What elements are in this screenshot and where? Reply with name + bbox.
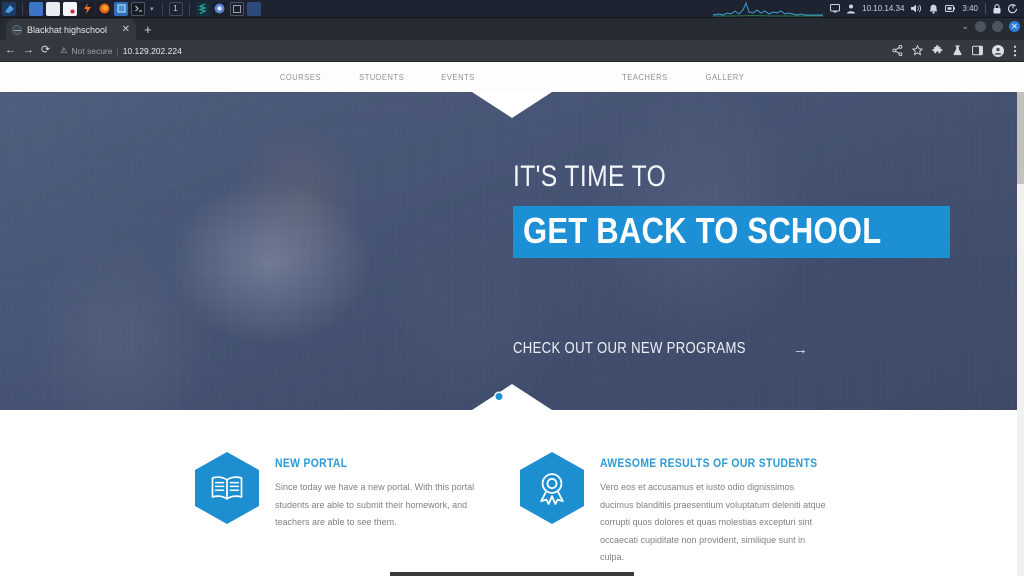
window-close-button[interactable]: ✕ bbox=[1009, 21, 1020, 32]
hero-kicker: IT'S TIME TO bbox=[513, 160, 667, 193]
battery-icon[interactable] bbox=[945, 4, 956, 13]
lab-beaker-icon[interactable] bbox=[952, 45, 963, 56]
browser-tab[interactable]: Blackhat highschool ✕ bbox=[6, 19, 136, 40]
taskbar-app-list: ▾ 1 bbox=[0, 1, 261, 16]
features-section: NEW PORTAL Since today we have a new por… bbox=[0, 410, 1024, 567]
vpn-icon[interactable] bbox=[847, 4, 856, 14]
url-text: 10.129.202.224 bbox=[122, 45, 182, 56]
taskbar-divider bbox=[22, 2, 23, 15]
taskbar-divider-3 bbox=[188, 2, 190, 15]
clock-label: 3:40 bbox=[962, 4, 978, 13]
page-scrollbar-thumb[interactable] bbox=[1017, 92, 1024, 184]
not-secure-label: Not secure bbox=[71, 45, 113, 56]
hero-cta-label: CHECK OUT OUR NEW PROGRAMS bbox=[513, 340, 746, 357]
nav-item-events[interactable]: EVENTS bbox=[427, 72, 489, 82]
chromium-icon[interactable] bbox=[212, 1, 227, 16]
arrow-right-icon: → bbox=[792, 340, 808, 358]
page-footer-edge bbox=[390, 572, 634, 576]
tab-title: Blackhat highschool bbox=[27, 24, 108, 35]
page-viewport: COURSES STUDENTS EVENTS TEACHERS GALLERY… bbox=[0, 62, 1024, 576]
window-minimize-button[interactable] bbox=[975, 21, 986, 32]
feature-title: NEW PORTAL bbox=[275, 458, 348, 470]
profile-avatar-icon[interactable] bbox=[992, 44, 1004, 57]
back-button[interactable]: ← bbox=[5, 45, 16, 56]
hero-headline: GET BACK TO SCHOOL bbox=[523, 210, 882, 251]
ip-address-label: 10.10.14.34 bbox=[862, 4, 905, 13]
toolbar-icon-group bbox=[892, 44, 1019, 57]
os-taskbar: ▾ 1 10.10.14.34 3:40 bbox=[0, 0, 1024, 18]
sidebar-panel-icon[interactable] bbox=[972, 45, 983, 56]
misc-icon[interactable] bbox=[246, 1, 261, 16]
pdf-reader-icon[interactable] bbox=[63, 1, 77, 16]
address-bar[interactable]: ⚠ Not secure | 10.129.202.224 bbox=[60, 46, 885, 56]
browser-window: Blackhat highschool ✕ + ⌄ ✕ ← → ⟳ ⚠ Not … bbox=[0, 18, 1024, 576]
app-launcher-icon[interactable] bbox=[2, 1, 16, 16]
taskbar-overflow-caret[interactable]: ▾ bbox=[150, 5, 154, 13]
omnibox-divider: | bbox=[116, 45, 119, 56]
award-ribbon-icon bbox=[520, 452, 584, 524]
volume-icon[interactable] bbox=[911, 4, 922, 13]
shell-icon[interactable] bbox=[131, 1, 145, 16]
sublime-icon[interactable] bbox=[195, 1, 210, 16]
network-activity-graph bbox=[713, 1, 824, 16]
open-book-icon bbox=[195, 452, 259, 524]
feature-text: Since today we have a new portal. With t… bbox=[275, 482, 475, 528]
new-tab-button[interactable]: + bbox=[144, 22, 152, 37]
hero-cta-link[interactable]: CHECK OUT OUR NEW PROGRAMS → bbox=[513, 340, 808, 358]
reload-button[interactable]: ⟳ bbox=[41, 45, 50, 56]
hero-copy: IT'S TIME TO GET BACK TO SCHOOL bbox=[513, 162, 950, 258]
nav-group-left: COURSES STUDENTS EVENTS bbox=[261, 72, 494, 82]
extensions-puzzle-icon[interactable] bbox=[932, 45, 943, 56]
nav-group-right: TEACHERS GALLERY bbox=[603, 72, 763, 82]
feature-card-new-portal: NEW PORTAL Since today we have a new por… bbox=[195, 452, 495, 567]
chevron-down-icon[interactable]: ⌄ bbox=[961, 21, 969, 32]
feature-card-awesome-results: AWESOME RESULTS OF OUR STUDENTS Vero eos… bbox=[520, 452, 826, 567]
terminal-window-icon[interactable] bbox=[229, 1, 244, 16]
slider-dot-1[interactable] bbox=[495, 393, 503, 400]
page-scrollbar[interactable] bbox=[1017, 92, 1024, 576]
burp-suite-icon[interactable] bbox=[80, 1, 94, 16]
browser-tab-strip: Blackhat highschool ✕ + ⌄ ✕ bbox=[0, 18, 1024, 40]
window-maximize-button[interactable] bbox=[992, 21, 1003, 32]
terminal-icon[interactable] bbox=[29, 1, 43, 16]
share-icon[interactable] bbox=[892, 45, 903, 56]
site-navigation: COURSES STUDENTS EVENTS TEACHERS GALLERY bbox=[0, 62, 1024, 92]
system-tray: 10.10.14.34 3:40 bbox=[713, 1, 1024, 17]
nav-item-courses[interactable]: COURSES bbox=[266, 72, 335, 82]
display-icon[interactable] bbox=[830, 4, 841, 13]
workspace-indicator[interactable]: 1 bbox=[168, 1, 183, 16]
feature-title: AWESOME RESULTS OF OUR STUDENTS bbox=[600, 458, 818, 470]
slider-dot-2[interactable] bbox=[508, 393, 516, 400]
feature-body: NEW PORTAL Since today we have a new por… bbox=[275, 452, 495, 567]
bookmark-star-icon[interactable] bbox=[912, 45, 923, 56]
nav-item-teachers[interactable]: TEACHERS bbox=[608, 72, 682, 82]
nav-item-gallery[interactable]: GALLERY bbox=[692, 72, 759, 82]
not-secure-warning-icon: ⚠ bbox=[60, 46, 68, 55]
hero-top-notch bbox=[472, 92, 552, 118]
browser-toolbar: ← → ⟳ ⚠ Not secure | 10.129.202.224 bbox=[0, 40, 1024, 62]
tab-favicon bbox=[12, 24, 22, 35]
notifications-icon[interactable] bbox=[929, 4, 938, 14]
taskbar-divider-2 bbox=[161, 2, 163, 15]
window-controls: ⌄ ✕ bbox=[961, 21, 1020, 32]
slider-dot-3[interactable] bbox=[521, 393, 529, 400]
forward-button[interactable]: → bbox=[23, 45, 34, 56]
file-manager-icon[interactable] bbox=[46, 1, 60, 16]
lock-icon[interactable] bbox=[993, 3, 1001, 14]
tray-divider bbox=[985, 3, 986, 14]
firefox-icon[interactable] bbox=[97, 1, 111, 16]
slider-pagination bbox=[495, 393, 529, 400]
window-tile-icon[interactable] bbox=[114, 1, 128, 16]
hero-slider: IT'S TIME TO GET BACK TO SCHOOL CHECK OU… bbox=[0, 92, 1024, 410]
feature-text: Vero eos et accusamus et iusto odio dign… bbox=[600, 482, 826, 563]
power-icon[interactable] bbox=[1008, 3, 1018, 14]
hero-headline-highlight: GET BACK TO SCHOOL bbox=[513, 206, 950, 258]
feature-body: AWESOME RESULTS OF OUR STUDENTS Vero eos… bbox=[600, 452, 842, 567]
tab-close-icon[interactable]: ✕ bbox=[122, 24, 130, 35]
three-dot-menu-icon[interactable] bbox=[1013, 45, 1017, 57]
nav-item-students[interactable]: STUDENTS bbox=[345, 72, 418, 82]
